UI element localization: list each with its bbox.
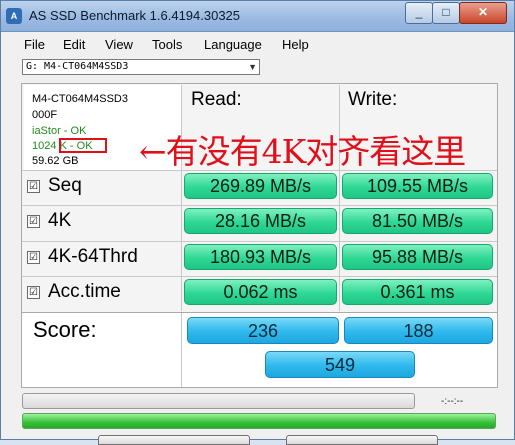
column-divider (181, 85, 182, 311)
menu-file[interactable]: File (24, 37, 45, 52)
4k-64thrd-write-result: 95.88 MB/s (342, 244, 493, 270)
row-label-seq: Seq (48, 175, 82, 196)
row-separator (22, 276, 497, 277)
menu-tools[interactable]: Tools (152, 37, 182, 52)
4k-write-result: 81.50 MB/s (342, 208, 493, 234)
row-acc-time: ☑ Acc.time (23, 277, 181, 309)
alignment-highlight-box (59, 138, 107, 153)
minimize-button[interactable]: _ (405, 2, 433, 24)
chevron-down-icon[interactable]: ▼ (248, 62, 257, 72)
menu-help[interactable]: Help (282, 37, 309, 52)
title-bar[interactable]: A AS SSD Benchmark 1.6.4194.30325 _ □ ✕ (1, 1, 514, 32)
row-4k-64thrd: ☑ 4K-64Thrd (23, 242, 181, 274)
row-label-4k: 4K (48, 210, 72, 231)
acc-time-write-result: 0.361 ms (342, 279, 493, 305)
score-label: Score: (33, 317, 97, 342)
close-button[interactable]: ✕ (459, 2, 507, 24)
driver-status: iaStor - OK (32, 125, 87, 137)
row-4k: ☑ 4K (23, 206, 181, 238)
score-read: 236 (187, 317, 339, 344)
start-button[interactable] (98, 435, 250, 445)
score-write: 188 (344, 317, 493, 344)
abort-button[interactable] (286, 435, 438, 445)
drive-select[interactable]: G: M4-CT064M4SSD3 ▼ (22, 59, 260, 75)
drive-size: 59.62 GB (32, 155, 79, 167)
menu-language[interactable]: Language (204, 37, 262, 52)
4k-read-result: 28.16 MB/s (184, 208, 337, 234)
seq-write-result: 109.55 MB/s (342, 173, 493, 199)
window-title: AS SSD Benchmark 1.6.4194.30325 (29, 8, 241, 23)
write-header: Write: (348, 89, 398, 110)
row-seq: ☑ Seq (23, 171, 181, 203)
column-divider (339, 85, 340, 311)
app-icon: A (6, 8, 22, 24)
read-header: Read: (191, 89, 242, 110)
alignment-annotation: ←有没有4K对齐看这里 (139, 132, 466, 171)
total-progress-bar (22, 413, 496, 429)
drive-model: M4-CT064M4SSD3 (32, 93, 128, 105)
test-progress-bar (22, 393, 415, 409)
4k-64thrd-read-result: 180.93 MB/s (184, 244, 337, 270)
checkbox-acc-time[interactable]: ☑ (27, 286, 40, 299)
menu-bar: File Edit View Tools Language Help (1, 32, 514, 54)
elapsed-timer: -:--:-- (441, 396, 464, 407)
seq-read-result: 269.89 MB/s (184, 173, 337, 199)
checkbox-4k-64thrd[interactable]: ☑ (27, 251, 40, 264)
row-separator (22, 205, 497, 206)
row-label-acc-time: Acc.time (48, 281, 121, 302)
score-total: 549 (265, 351, 415, 378)
column-divider (181, 313, 182, 387)
menu-edit[interactable]: Edit (63, 37, 85, 52)
acc-time-read-result: 0.062 ms (184, 279, 337, 305)
checkbox-4k[interactable]: ☑ (27, 215, 40, 228)
app-window: A AS SSD Benchmark 1.6.4194.30325 _ □ ✕ … (0, 0, 515, 445)
drive-select-value: G: M4-CT064M4SSD3 (26, 61, 129, 72)
maximize-button[interactable]: □ (432, 2, 460, 24)
row-label-4k-64thrd: 4K-64Thrd (48, 246, 138, 267)
row-separator (22, 241, 497, 242)
drive-firmware: 000F (32, 109, 58, 121)
checkbox-seq[interactable]: ☑ (27, 180, 40, 193)
menu-view[interactable]: View (105, 37, 133, 52)
